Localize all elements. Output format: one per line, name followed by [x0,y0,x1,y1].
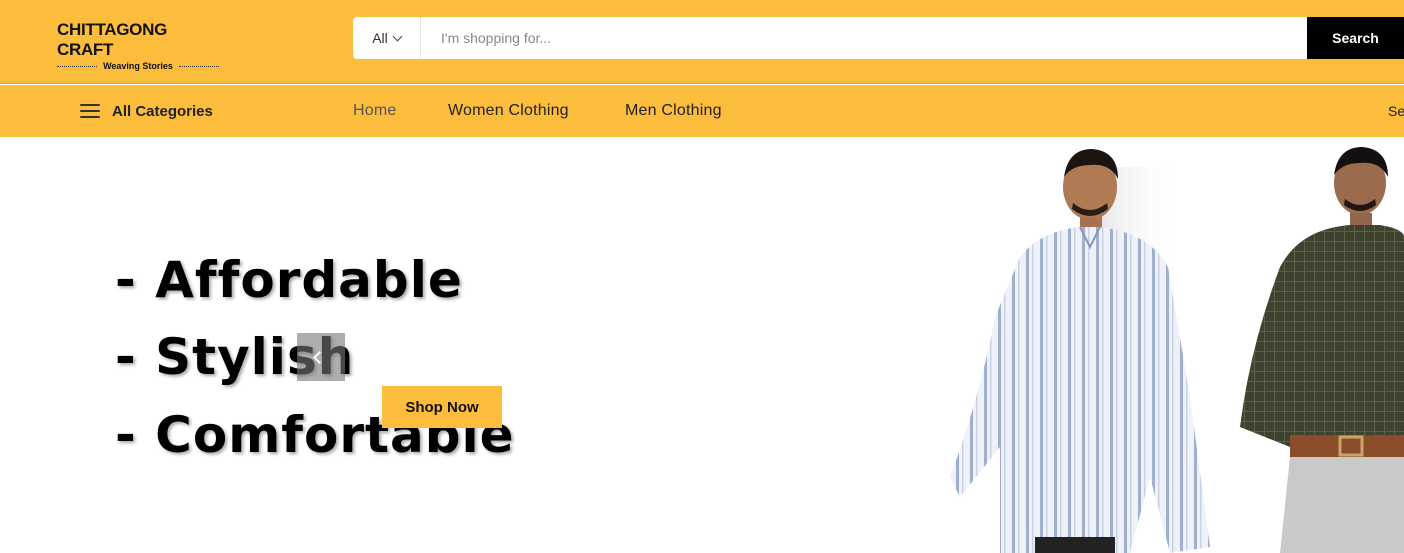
search-button[interactable]: Search [1307,17,1404,59]
hero-line-affordable: - Affordable [115,251,463,309]
site-logo[interactable]: CHITTAGONG CRAFT Weaving Stories [57,20,219,71]
logo-tagline: Weaving Stories [57,61,219,71]
chevron-left-icon [313,350,326,364]
top-header: CHITTAGONG CRAFT Weaving Stories All Sea… [0,0,1404,84]
hero-models-image [950,147,1404,553]
search-bar: All Search [353,17,1404,59]
chevron-down-icon [392,31,403,41]
main-nav: All Categories Home Women Clothing Men C… [0,85,1404,137]
nav-item-women-clothing[interactable]: Women Clothing [448,85,569,137]
nav-item-truncated[interactable]: Se [1388,85,1404,137]
all-categories-menu[interactable]: All Categories [80,85,213,137]
nav-item-home[interactable]: Home [353,85,396,137]
search-input[interactable] [431,17,1291,59]
nav-item-men-clothing[interactable]: Men Clothing [625,85,722,137]
slider-prev-button[interactable] [297,333,345,381]
hero-slider: - Affordable - Stylish - Comfortable Sho… [0,137,1404,553]
hamburger-menu-icon [80,104,100,118]
search-category-label: All [372,30,388,46]
search-category-select[interactable]: All [353,17,421,59]
logo-title: CHITTAGONG CRAFT [57,20,168,59]
shop-now-button[interactable]: Shop Now [382,386,502,428]
all-categories-label: All Categories [112,102,213,120]
